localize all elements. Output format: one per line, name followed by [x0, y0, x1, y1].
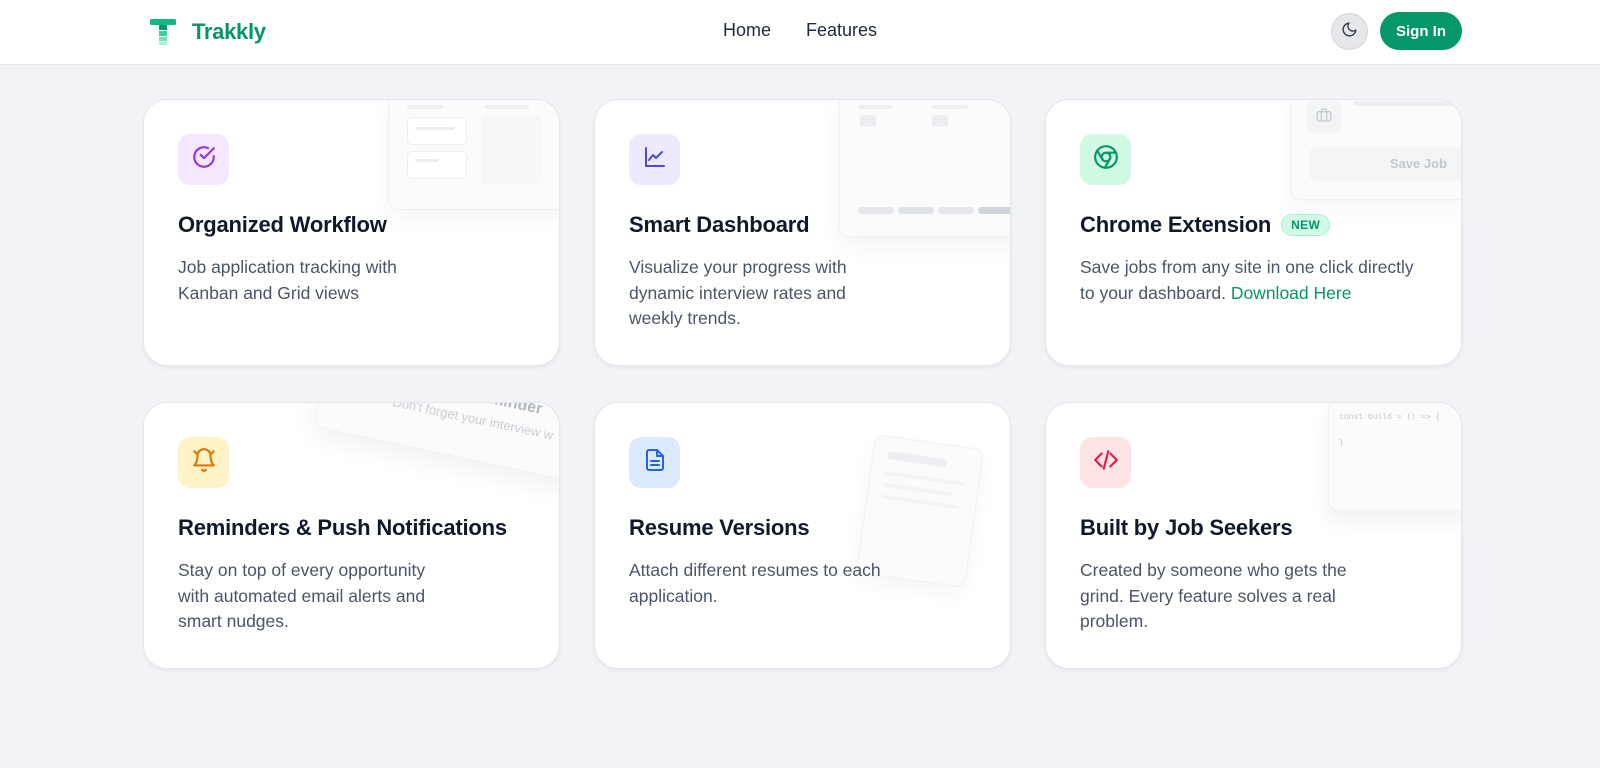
bell-icon — [191, 447, 217, 478]
card-description: Visualize your progress with dynamic int… — [629, 257, 847, 328]
document-icon — [643, 448, 667, 477]
icon-box — [629, 134, 680, 185]
kanban-preview — [388, 100, 559, 210]
code-line-2: } — [1339, 438, 1344, 447]
save-job-preview-button: Save Job — [1309, 147, 1461, 181]
check-circle-icon — [191, 144, 217, 175]
code-preview: const build = () => { } — [1328, 403, 1461, 511]
briefcase-icon — [1316, 107, 1332, 128]
top-navbar: Trakkly Home Features Sign In — [0, 0, 1600, 65]
feature-card-organized-workflow: Organized Workflow Job application track… — [143, 99, 560, 366]
code-icon — [1093, 447, 1119, 478]
card-description: Created by someone who gets the grind. E… — [1080, 560, 1347, 631]
card-description: Stay on top of every opportunity with au… — [178, 560, 426, 631]
card-title: Resume Versions — [629, 515, 810, 540]
icon-box — [178, 134, 229, 185]
nav-links: Home Features — [723, 20, 877, 41]
feature-card-resume-versions: Resume Versions Attach different resumes… — [594, 402, 1011, 669]
icon-box — [1080, 437, 1131, 488]
feature-card-reminders: Interview Reminder Don't forget your int… — [143, 402, 560, 669]
icon-box — [1080, 134, 1131, 185]
icon-box — [178, 437, 229, 488]
new-badge: NEW — [1281, 214, 1331, 236]
nav-link-features[interactable]: Features — [806, 20, 877, 41]
icon-box — [629, 437, 680, 488]
dashboard-preview — [839, 100, 1010, 237]
card-description: Save jobs from any site in one click dir… — [1080, 257, 1414, 303]
feature-card-chrome-extension: Save Job Chrome Extension NEW Save jobs … — [1045, 99, 1462, 366]
extension-preview: Save Job — [1290, 100, 1461, 200]
moon-icon — [1341, 21, 1358, 43]
card-title: Chrome Extension NEW — [1080, 212, 1331, 238]
line-chart-icon — [643, 145, 667, 174]
card-title: Reminders & Push Notifications — [178, 515, 507, 540]
card-title: Built by Job Seekers — [1080, 515, 1293, 540]
card-title: Smart Dashboard — [629, 212, 810, 237]
feature-card-smart-dashboard: Smart Dashboard Visualize your progress … — [594, 99, 1011, 366]
reminder-preview: Interview Reminder Don't forget your int… — [312, 403, 559, 490]
code-line-1: const build = () => { — [1339, 412, 1441, 421]
brand-name: Trakkly — [192, 19, 266, 44]
card-description: Attach different resumes to each applica… — [629, 560, 881, 606]
feature-card-built-by-job-seekers: const build = () => { } Built by Job See… — [1045, 402, 1462, 669]
download-link[interactable]: Download Here — [1231, 283, 1352, 303]
nav-link-home[interactable]: Home — [723, 20, 771, 41]
card-title: Organized Workflow — [178, 212, 387, 237]
trakkly-logo-icon — [150, 18, 176, 46]
theme-toggle-button[interactable] — [1331, 13, 1368, 50]
sign-in-button[interactable]: Sign In — [1380, 12, 1462, 50]
brand[interactable]: Trakkly — [150, 18, 266, 46]
chrome-icon — [1093, 144, 1119, 175]
card-description: Job application tracking with Kanban and… — [178, 257, 397, 303]
